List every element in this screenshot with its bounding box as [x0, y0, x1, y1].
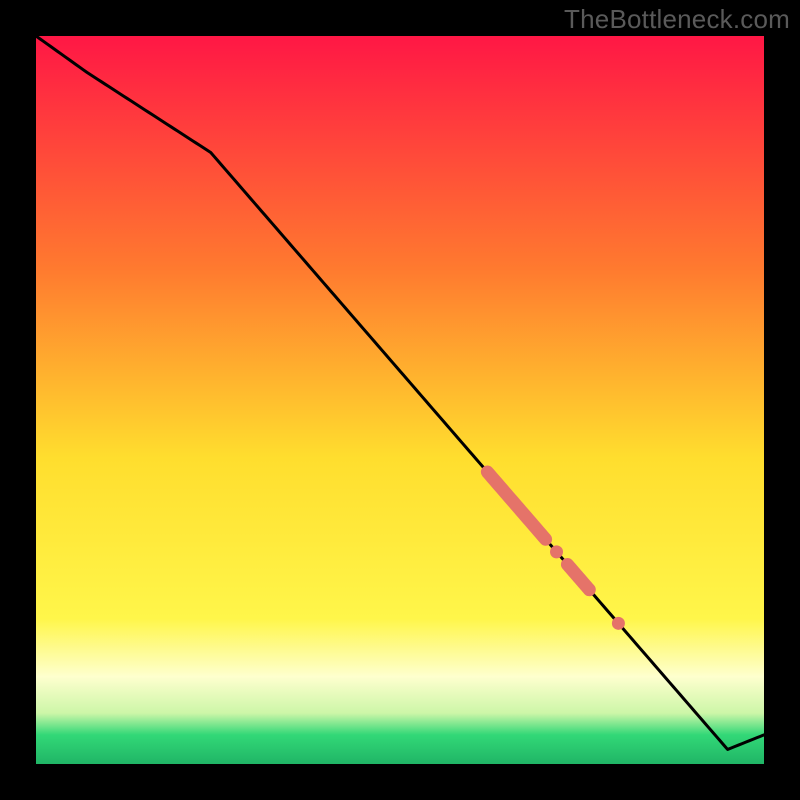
chart-frame: TheBottleneck.com — [0, 0, 800, 800]
highlight-dot-2 — [612, 617, 625, 630]
plot-area — [36, 36, 764, 764]
highlight-dot-1 — [550, 545, 563, 558]
chart-svg — [36, 36, 764, 764]
gradient-background — [36, 36, 764, 764]
watermark-text: TheBottleneck.com — [564, 4, 790, 35]
